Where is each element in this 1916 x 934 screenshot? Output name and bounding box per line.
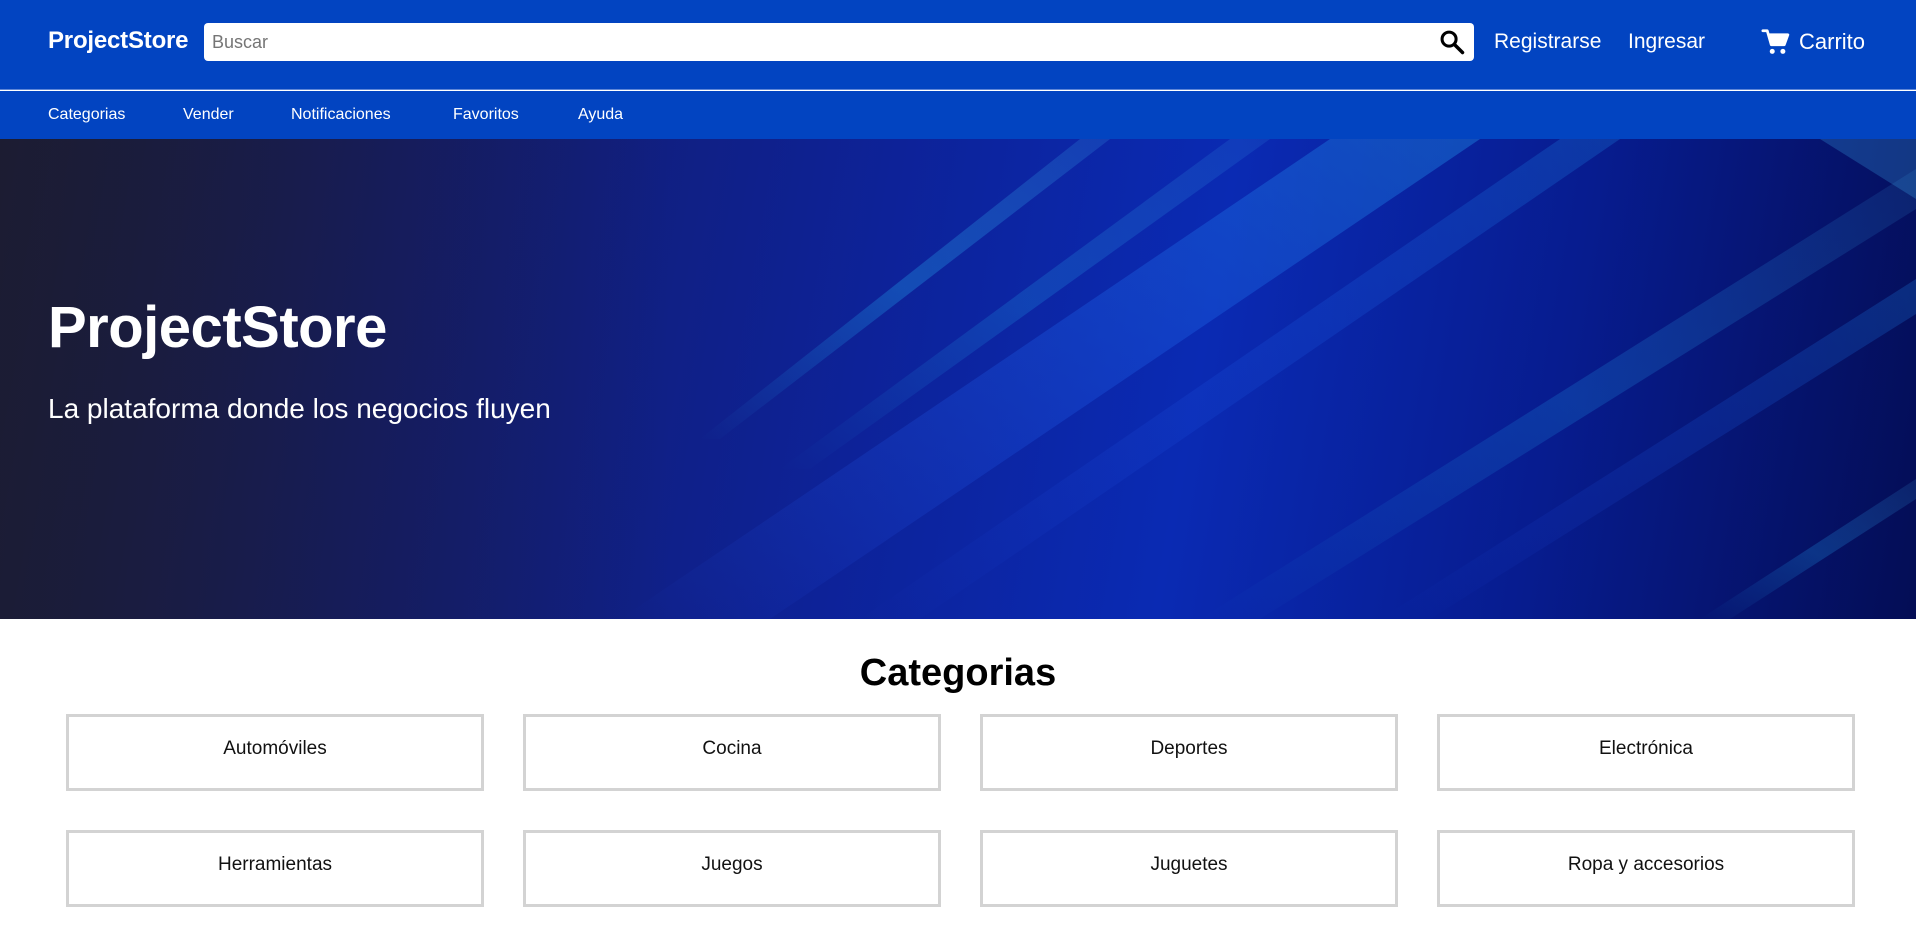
hero-subtitle: La plataforma donde los negocios fluyen	[48, 393, 551, 424]
category-label: Herramientas	[217, 853, 333, 875]
top-header: ProjectStore Registrarse Ingresar Carrit…	[0, 0, 1916, 90]
category-label: Ropa y accesorios	[1567, 853, 1725, 875]
category-label: Juguetes	[1150, 853, 1228, 875]
cart-button[interactable]: Carrito	[1761, 26, 1865, 58]
search-input[interactable]	[212, 27, 1412, 57]
nav-item-notificaciones[interactable]: Notificaciones	[291, 106, 391, 124]
category-card-ropa-y-accesorios[interactable]: Ropa y accesorios	[1437, 830, 1855, 907]
hero-background-graphic	[0, 139, 1916, 619]
category-card-herramientas[interactable]: Herramientas	[66, 830, 484, 907]
login-link[interactable]: Ingresar	[1628, 30, 1705, 54]
search-icon[interactable]	[1438, 28, 1466, 56]
search-bar	[204, 23, 1474, 61]
nav-item-ayuda[interactable]: Ayuda	[578, 106, 623, 124]
categories-heading: Categorias	[859, 652, 1057, 694]
category-card-juegos[interactable]: Juegos	[523, 830, 941, 907]
hero-title: ProjectStore	[48, 295, 387, 360]
category-label: Deportes	[1150, 737, 1228, 759]
main-nav: Categorias Vender Notificaciones Favorit…	[0, 91, 1916, 139]
brand-logo[interactable]: ProjectStore	[48, 27, 189, 55]
nav-item-categorias[interactable]: Categorias	[48, 106, 125, 124]
categories-grid: Automóviles Cocina Deportes Electrónica …	[66, 714, 1855, 907]
nav-item-favoritos[interactable]: Favoritos	[453, 106, 519, 124]
nav-item-vender[interactable]: Vender	[183, 106, 234, 124]
category-label: Electrónica	[1599, 737, 1693, 759]
cart-label: Carrito	[1799, 29, 1866, 54]
shopping-cart-icon	[1761, 27, 1791, 57]
category-label: Cocina	[702, 737, 762, 759]
hero-banner: ProjectStore La plataforma donde los neg…	[0, 139, 1916, 619]
category-card-automoviles[interactable]: Automóviles	[66, 714, 484, 791]
category-label: Juegos	[701, 853, 763, 875]
category-card-cocina[interactable]: Cocina	[523, 714, 941, 791]
category-label: Automóviles	[223, 737, 327, 759]
category-card-deportes[interactable]: Deportes	[980, 714, 1398, 791]
category-card-electronica[interactable]: Electrónica	[1437, 714, 1855, 791]
category-card-juguetes[interactable]: Juguetes	[980, 830, 1398, 907]
register-link[interactable]: Registrarse	[1494, 30, 1601, 54]
